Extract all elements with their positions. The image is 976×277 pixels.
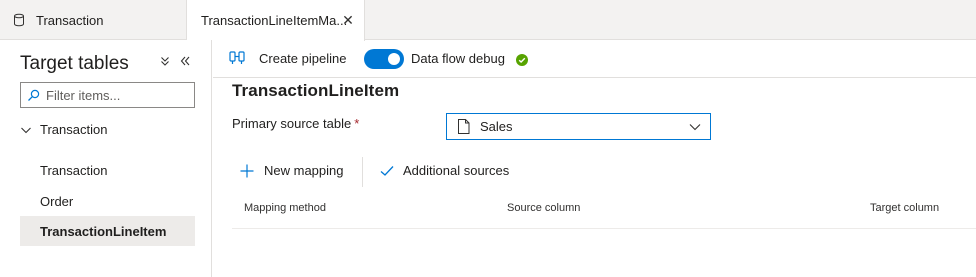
toolbar: Create pipeline Data flow debug — [213, 40, 976, 78]
column-header-source-column: Source column — [507, 202, 581, 214]
primary-source-value: Sales — [480, 119, 513, 134]
tab-mapping-label: TransactionLineItemMa... — [201, 13, 348, 28]
page-title: TransactionLineItem — [232, 81, 400, 100]
tab-strip: Transaction TransactionLineItemMa... ✕ — [0, 0, 976, 41]
column-header-mapping-method: Mapping method — [244, 202, 326, 214]
action-divider — [362, 157, 363, 187]
chevron-down-icon — [20, 124, 32, 136]
tree-group-transaction[interactable]: Transaction — [20, 122, 107, 137]
chevron-down-icon — [689, 122, 701, 132]
additional-sources-label: Additional sources — [403, 163, 510, 178]
target-tables-panel: Target tables Transaction Transaction Or… — [0, 40, 212, 277]
document-icon — [457, 119, 470, 134]
sidebar-title: Target tables — [20, 53, 129, 74]
sidebar-item-transactionlineitem[interactable]: TransactionLineItem — [20, 216, 195, 246]
primary-source-label-text: Primary source table — [232, 116, 352, 131]
additional-sources-button[interactable]: Additional sources — [380, 163, 509, 178]
sidebar-item-order[interactable]: Order — [20, 186, 195, 216]
success-check-icon — [516, 53, 528, 66]
pipeline-icon — [229, 50, 245, 66]
new-mapping-label: New mapping — [264, 163, 344, 178]
sidebar-item-transaction[interactable]: Transaction — [20, 155, 195, 185]
table-header-divider — [232, 228, 976, 229]
database-icon — [12, 13, 26, 27]
filter-items-input[interactable] — [46, 87, 186, 103]
collapse-panel-icon[interactable] — [178, 54, 192, 68]
create-pipeline-label: Create pipeline — [259, 50, 347, 66]
column-header-target-column: Target column — [870, 202, 940, 214]
tab-transaction[interactable]: Transaction — [0, 0, 186, 40]
sidebar-item-label: Order — [40, 193, 74, 209]
sidebar-item-label: Transaction — [40, 162, 108, 178]
primary-source-table-label: Primary source table * — [232, 116, 359, 131]
required-marker: * — [354, 116, 360, 131]
tab-transactionlineitem-mapping[interactable]: TransactionLineItemMa... ✕ — [186, 0, 365, 41]
expand-all-icon[interactable] — [158, 54, 172, 68]
sidebar-item-label: TransactionLineItem — [40, 223, 167, 239]
plus-icon — [240, 164, 254, 178]
close-icon[interactable]: ✕ — [341, 12, 355, 28]
data-flow-debug-label: Data flow debug — [411, 51, 505, 66]
tab-transaction-label: Transaction — [36, 12, 104, 28]
toggle-knob — [388, 53, 400, 65]
checkmark-icon — [380, 164, 394, 178]
search-icon — [27, 89, 40, 102]
new-mapping-button[interactable]: New mapping — [240, 163, 344, 178]
tree-group-label: Transaction — [40, 122, 108, 137]
data-flow-debug-toggle[interactable] — [364, 49, 404, 69]
create-pipeline-button[interactable]: Create pipeline — [229, 50, 346, 66]
filter-items-box[interactable] — [20, 82, 195, 108]
primary-source-table-select[interactable]: Sales — [446, 113, 711, 140]
